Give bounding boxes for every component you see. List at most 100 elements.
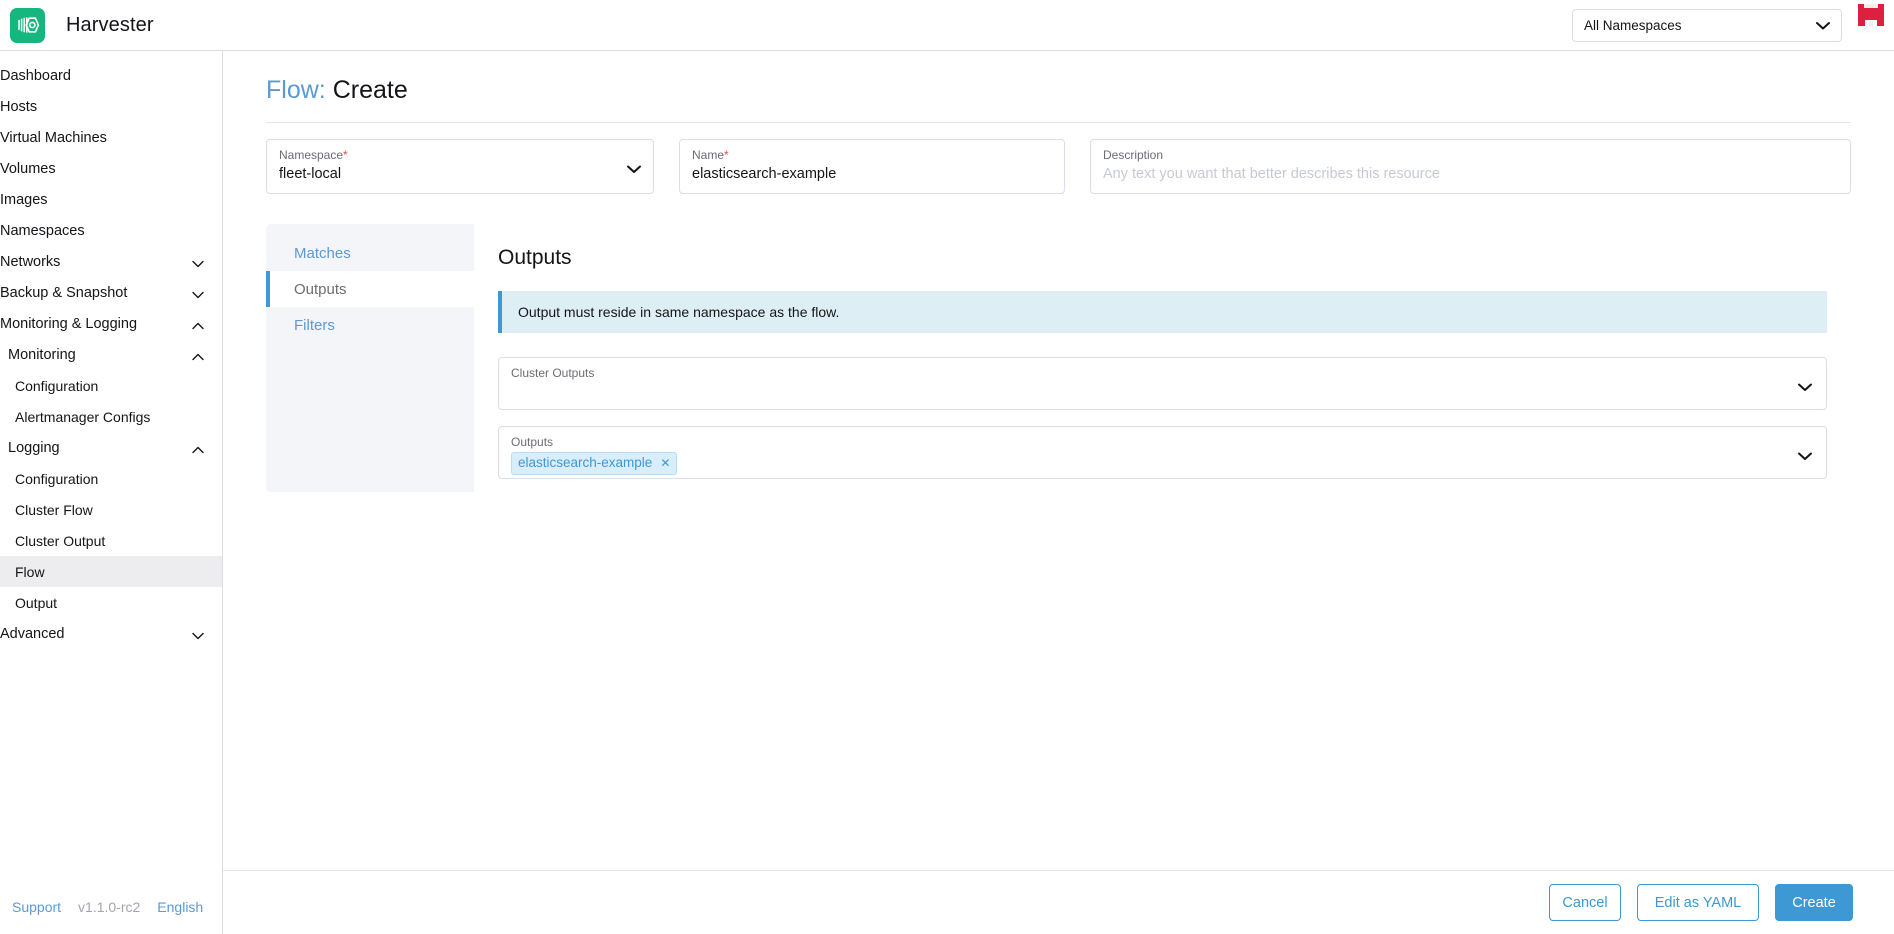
sidebar-item-cluster-flow[interactable]: Cluster Flow — [0, 494, 222, 525]
page-title: Flow: Create — [247, 51, 1870, 122]
sidebar-nav: Dashboard Hosts Virtual Machines Volumes Ima… — [0, 51, 222, 880]
panel-title: Outputs — [498, 246, 1827, 270]
name-label-text: Name — [692, 148, 724, 162]
namespace-label-text: Namespace — [279, 148, 343, 162]
sidebar-item-advanced[interactable]: Advanced — [0, 618, 222, 649]
main-scroll-area: Flow: Create Namespace* fleet-local — [223, 51, 1894, 870]
sidebar-item-label: Configuration — [15, 378, 204, 394]
sidebar-item-dashboard[interactable]: Dashboard — [0, 60, 222, 91]
sidebar-item-configuration[interactable]: Configuration — [0, 463, 222, 494]
top-header: Harvester All Namespaces — [0, 0, 1894, 51]
sidebar-item-output[interactable]: Output — [0, 587, 222, 618]
sidebar-item-label: Output — [15, 595, 204, 611]
chevron-down-icon[interactable] — [1798, 448, 1812, 466]
chevron-up-icon[interactable] — [192, 349, 204, 361]
tab-filters[interactable]: Filters — [266, 307, 474, 343]
description-input[interactable]: Any text you want that better describes … — [1103, 166, 1838, 182]
form-action-footer: Cancel Edit as YAML Create — [223, 870, 1894, 934]
sidebar-item-networks[interactable]: Networks — [0, 246, 222, 277]
selected-chip[interactable]: elasticsearch-example ✕ — [511, 452, 677, 475]
support-link[interactable]: Support — [12, 899, 61, 915]
sidebar-item-alertmanager-configs[interactable]: Alertmanager Configs — [0, 401, 222, 432]
app-root: Harvester All Namespaces Dashboard Hosts V… — [0, 0, 1894, 934]
rancher-cow-icon[interactable] — [1856, 4, 1886, 40]
sidebar-item-flow[interactable]: Flow — [0, 556, 222, 587]
sidebar-item-configuration[interactable]: Configuration — [0, 370, 222, 401]
app-body: Dashboard Hosts Virtual Machines Volumes Ima… — [0, 51, 1894, 934]
sidebar-item-label: Volumes — [0, 161, 204, 177]
chevron-down-icon[interactable] — [627, 161, 641, 179]
sidebar-item-label: Dashboard — [0, 68, 204, 84]
sidebar-item-label: Alertmanager Configs — [15, 409, 204, 425]
name-field-label: Name* — [692, 148, 1052, 162]
namespace-field[interactable]: Namespace* fleet-local — [266, 139, 654, 194]
required-asterisk: * — [724, 148, 729, 162]
cluster-outputs-select[interactable]: Cluster Outputs — [498, 357, 1827, 410]
tab-matches[interactable]: Matches — [266, 235, 474, 271]
sidebar-item-label: Backup & Snapshot — [0, 285, 192, 301]
chevron-down-icon[interactable] — [192, 287, 204, 299]
outputs-tab-panel: Outputs Output must reside in same names… — [474, 224, 1851, 492]
sidebar-item-monitoring[interactable]: Monitoring — [0, 339, 222, 370]
outputs-select[interactable]: Outputs elasticsearch-example ✕ — [498, 426, 1827, 479]
sidebar-footer: Support v1.1.0-rc2 English — [0, 880, 222, 934]
sidebar-item-logging[interactable]: Logging — [0, 432, 222, 463]
namespace-field-value: fleet-local — [279, 166, 641, 182]
namespace-filter-value: All Namespaces — [1584, 18, 1682, 33]
sidebar-item-label: Advanced — [0, 626, 192, 642]
sidebar-item-volumes[interactable]: Volumes — [0, 153, 222, 184]
sidebar-item-namespaces[interactable]: Namespaces — [0, 215, 222, 246]
chevron-up-icon[interactable] — [192, 442, 204, 454]
sidebar-item-label: Monitoring & Logging — [0, 316, 192, 332]
chip-label: elasticsearch-example — [518, 455, 652, 471]
tab-list: MatchesOutputsFilters — [266, 224, 474, 492]
tab-outputs[interactable]: Outputs — [266, 271, 474, 307]
outputs-chip-row: elasticsearch-example ✕ — [511, 452, 1814, 475]
namespace-field-label: Namespace* — [279, 148, 641, 162]
outputs-label: Outputs — [511, 435, 1814, 449]
header-right-cluster: All Namespaces — [1572, 0, 1894, 51]
sidebar-item-label: Virtual Machines — [0, 130, 204, 146]
brand-name: Harvester — [66, 14, 154, 37]
chevron-down-icon[interactable] — [192, 628, 204, 640]
name-input[interactable]: elasticsearch-example — [692, 166, 1052, 182]
create-button[interactable]: Create — [1775, 884, 1853, 921]
sidebar-item-label: Networks — [0, 254, 192, 270]
sidebar-item-images[interactable]: Images — [0, 184, 222, 215]
sidebar-item-virtual-machines[interactable]: Virtual Machines — [0, 122, 222, 153]
brand[interactable]: Harvester — [0, 8, 223, 43]
sidebar-item-hosts[interactable]: Hosts — [0, 91, 222, 122]
sidebar-item-label: Cluster Flow — [15, 502, 204, 518]
resource-form-row: Namespace* fleet-local Name* elasticsear… — [247, 139, 1870, 194]
description-field-label: Description — [1103, 148, 1838, 162]
sidebar: Dashboard Hosts Virtual Machines Volumes Ima… — [0, 51, 223, 934]
sidebar-item-label: Images — [0, 192, 204, 208]
chevron-down-icon[interactable] — [192, 256, 204, 268]
title-divider — [266, 122, 1851, 123]
sidebar-item-label: Hosts — [0, 99, 204, 115]
sidebar-item-monitoring-logging[interactable]: Monitoring & Logging — [0, 308, 222, 339]
language-link[interactable]: English — [157, 899, 203, 915]
close-icon[interactable]: ✕ — [660, 455, 670, 471]
sidebar-item-label: Cluster Output — [15, 533, 204, 549]
name-field[interactable]: Name* elasticsearch-example — [679, 139, 1065, 194]
page-title-prefix: Flow: — [266, 76, 326, 104]
info-banner: Output must reside in same namespace as … — [498, 291, 1827, 333]
main-content: Flow: Create Namespace* fleet-local — [223, 51, 1894, 934]
cancel-button[interactable]: Cancel — [1549, 884, 1621, 921]
sidebar-item-label: Logging — [8, 440, 192, 456]
namespace-filter-select[interactable]: All Namespaces — [1572, 9, 1842, 42]
edit-as-yaml-button[interactable]: Edit as YAML — [1637, 884, 1759, 921]
page-title-action: Create — [333, 76, 408, 104]
sidebar-item-label: Configuration — [15, 471, 204, 487]
harvester-logo-icon — [10, 8, 45, 43]
sidebar-item-label: Namespaces — [0, 223, 204, 239]
flow-tab-card: MatchesOutputsFilters Outputs Output mus… — [266, 224, 1851, 492]
description-field[interactable]: Description Any text you want that bette… — [1090, 139, 1851, 194]
sidebar-item-label: Flow — [15, 564, 204, 580]
sidebar-item-cluster-output[interactable]: Cluster Output — [0, 525, 222, 556]
sidebar-item-backup-snapshot[interactable]: Backup & Snapshot — [0, 277, 222, 308]
sidebar-item-label: Monitoring — [8, 347, 192, 363]
chevron-down-icon[interactable] — [1798, 379, 1812, 397]
chevron-up-icon[interactable] — [192, 318, 204, 330]
